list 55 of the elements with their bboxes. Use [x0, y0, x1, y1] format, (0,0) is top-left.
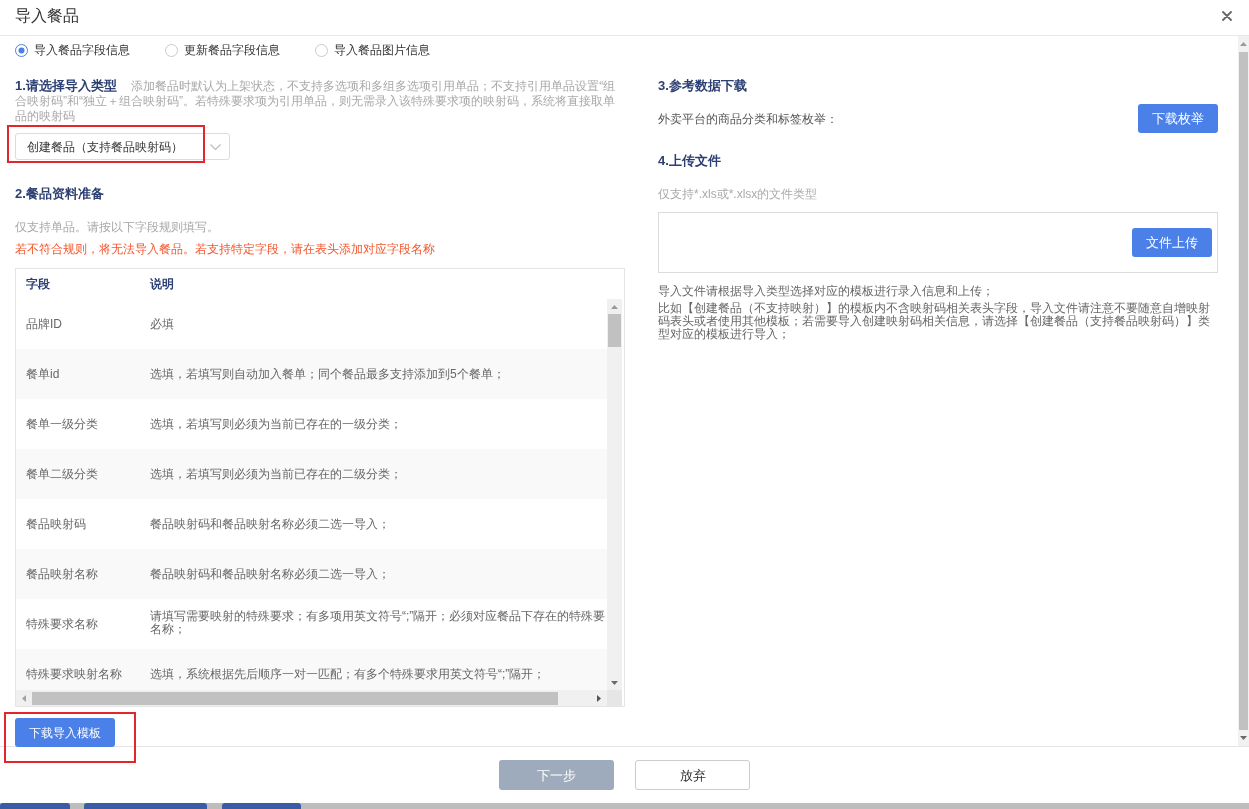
table-cell: 餐单一级分类: [26, 417, 98, 431]
scroll-down-arrow-icon[interactable]: [1240, 736, 1247, 740]
table-cell: 餐品映射码: [26, 517, 86, 531]
table-cell: 特殊要求名称: [26, 617, 98, 631]
table-cell: 选填，若填写则自动加入餐单；同个餐品最多支持添加到5个餐单；: [150, 368, 505, 381]
vertical-scrollbar[interactable]: [1238, 36, 1249, 746]
table-cell: 请填写需要映射的特殊要求；有多项用英文符号“;”隔开；必须对应餐品下存在的特殊要名称；: [150, 610, 607, 636]
table-cell: 餐品映射名称: [26, 567, 98, 581]
column-header: 字段: [26, 277, 50, 291]
table-cell: 必填: [150, 318, 174, 331]
scroll-up-arrow-icon[interactable]: [611, 304, 618, 309]
table-cell: 餐单id: [26, 367, 60, 381]
section-intro: 1.请选择导入类型 添加餐品时默认为上架状态，不支持多选项和多组多选项引用单品；不支持引用单品设置“组合映射码”和“独立＋组合映射码”。若特殊要求项为引用单品，则无需录入该特殊要求项的映射码，系统将直接取单品的映射码: [15, 78, 617, 124]
table-cell: 选填，系统根据先后顺序一对一匹配；有多个特殊要求用英文符号“;”隔开；: [150, 668, 546, 681]
chevron-down-icon: [210, 143, 221, 150]
upload-file-button[interactable]: 文件上传: [1132, 228, 1212, 257]
table-cell: 餐单二级分类: [26, 467, 98, 481]
partially-hidden-button[interactable]: [222, 803, 301, 809]
scrollbar-thumb[interactable]: [1239, 52, 1248, 730]
vertical-scrollbar[interactable]: [607, 299, 622, 690]
scroll-up-arrow-icon[interactable]: [1240, 42, 1247, 46]
hint-text: 仅支持单品。请按以下字段规则填写。: [15, 219, 219, 235]
download-template-button[interactable]: 下载导入模板: [15, 718, 115, 747]
table-cell: 选填，若填写则必须为当前已存在的一级分类；: [150, 418, 402, 431]
warning-text: 若不符合规则，将无法导入餐品。若支持特定字段，请在表头添加对应字段名称: [15, 241, 435, 257]
scrollbar-thumb[interactable]: [32, 691, 558, 705]
type-select[interactable]: 创建餐品（支持餐品映射码）: [15, 133, 230, 160]
radio-option[interactable]: 导入餐品图片信息: [315, 42, 430, 58]
table-cell: 特殊要求映射名称: [26, 667, 122, 681]
table-cell: 品牌ID: [26, 317, 62, 331]
partially-hidden-button[interactable]: [0, 803, 70, 809]
scroll-left-arrow-icon[interactable]: [22, 694, 26, 702]
column-header: 说明: [150, 277, 174, 291]
section-heading: 4.上传文件: [658, 153, 721, 169]
scroll-right-arrow-icon[interactable]: [597, 694, 601, 702]
description-text: 外卖平台的商品分类和标签枚举：: [658, 110, 838, 127]
scroll-down-arrow-icon[interactable]: [611, 680, 618, 685]
section-heading: 3.参考数据下载: [658, 78, 747, 93]
table-cell: 餐品映射码和餐品映射名称必须二选一导入；: [150, 518, 390, 531]
table-cell: 餐品映射码和餐品映射名称必须二选一导入；: [150, 568, 390, 581]
table-cell: 选填，若填写则必须为当前已存在的二级分类；: [150, 468, 402, 481]
partially-hidden-button[interactable]: [84, 803, 207, 809]
radio-option[interactable]: 更新餐品字段信息: [165, 42, 280, 58]
note-text: 比如【创建餐品（不支持映射）】的模板内不含映射码相关表头字段，导入文件请注意不要随意自增映射码表头或者使用其他模板；若需要导入创建映射码相关信息，请选择【创建餐品（支持餐品映射码）】类型对应的模板进行导入；: [658, 302, 1211, 341]
note-text: 导入文件请根据导入类型选择对应的模板进行录入信息和上传；: [658, 283, 995, 299]
scrollbar-thumb[interactable]: [608, 314, 621, 347]
horizontal-scrollbar[interactable]: [16, 690, 607, 706]
download-enum-button[interactable]: 下载枚举: [1138, 104, 1218, 133]
cancel-button[interactable]: 放弃: [635, 760, 750, 790]
section-heading: 2.餐品资料准备: [15, 186, 104, 202]
radio-option[interactable]: 导入餐品字段信息: [15, 42, 130, 58]
upload-field[interactable]: 文件上传: [658, 212, 1218, 273]
close-icon[interactable]: [1222, 10, 1232, 21]
dialog-title: 导入餐品: [15, 5, 79, 26]
hint-text: 仅支持*.xls或*.xlsx的文件类型: [658, 186, 818, 202]
